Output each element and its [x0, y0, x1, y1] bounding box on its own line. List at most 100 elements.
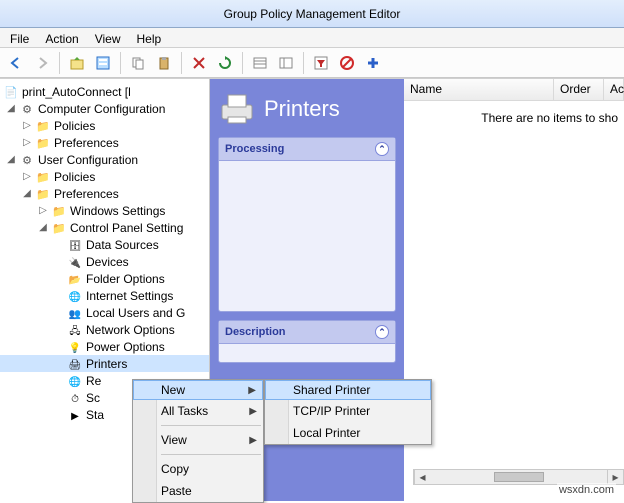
add-icon[interactable] — [361, 51, 385, 75]
expand-icon[interactable]: ▷ — [19, 171, 35, 182]
stop-icon[interactable] — [335, 51, 359, 75]
tree-comp-policies[interactable]: Policies — [51, 119, 95, 133]
detail-header: Printers — [218, 87, 396, 129]
ctx-paste[interactable]: Paste — [133, 480, 263, 502]
menu-file[interactable]: File — [8, 30, 31, 47]
folder-icon — [51, 203, 67, 219]
folder-icon — [35, 169, 51, 185]
ctx-copy[interactable]: Copy — [133, 458, 263, 480]
toolbar-divider — [303, 52, 304, 74]
ctx-tcpip-printer[interactable]: TCP/IP Printer — [265, 400, 431, 422]
toolbar-divider — [120, 52, 121, 74]
expand-icon[interactable]: ▷ — [19, 137, 35, 148]
back-icon[interactable] — [4, 51, 28, 75]
computer-icon — [19, 101, 35, 117]
submenu-arrow-icon: ▶ — [249, 435, 257, 446]
collapse-icon[interactable]: ◢ — [19, 188, 35, 199]
description-label: Description — [225, 326, 286, 338]
scroll-right-icon[interactable]: ▸ — [607, 470, 623, 484]
tree-data-sources[interactable]: Data Sources — [83, 238, 159, 252]
toolbar-divider — [59, 52, 60, 74]
regional-icon — [67, 373, 83, 389]
submenu-arrow-icon: ▶ — [248, 385, 256, 396]
toolbar — [0, 48, 624, 78]
menu-separator — [161, 425, 261, 426]
tree-start-menu[interactable]: Sta — [83, 408, 104, 422]
tree-network[interactable]: Network Options — [83, 323, 175, 337]
menu-help[interactable]: Help — [135, 30, 164, 47]
folder-options-icon — [67, 271, 83, 287]
refresh-icon[interactable] — [213, 51, 237, 75]
menu-view[interactable]: View — [93, 30, 123, 47]
expand-icon[interactable]: ▷ — [19, 120, 35, 131]
menu-action[interactable]: Action — [43, 30, 80, 47]
processing-panel: Processing⌃ — [218, 137, 396, 312]
collapse-icon[interactable]: ◢ — [3, 154, 19, 165]
printer-large-icon — [218, 91, 256, 127]
col-order[interactable]: Order — [554, 79, 604, 100]
scroll-thumb[interactable] — [494, 472, 544, 482]
folder-icon — [35, 186, 51, 202]
details-icon[interactable] — [274, 51, 298, 75]
tree-cp-settings[interactable]: Control Panel Setting — [67, 221, 183, 235]
tree-power[interactable]: Power Options — [83, 340, 165, 354]
submenu-arrow-icon: ▶ — [249, 406, 257, 417]
tree-scheduled[interactable]: Sc — [83, 391, 100, 405]
collapse-icon[interactable]: ⌃ — [375, 325, 389, 339]
menu-separator — [161, 454, 261, 455]
tree-root[interactable]: print_AutoConnect [l — [19, 85, 131, 99]
collapse-icon[interactable]: ◢ — [35, 222, 51, 233]
ctx-all-tasks[interactable]: All Tasks▶ — [133, 400, 263, 422]
datasource-icon — [67, 237, 83, 253]
tree-user-policies[interactable]: Policies — [51, 170, 95, 184]
startmenu-icon — [67, 407, 83, 423]
tree-internet[interactable]: Internet Settings — [83, 289, 173, 303]
devices-icon — [67, 254, 83, 270]
list-icon[interactable] — [248, 51, 272, 75]
tree-user-prefs[interactable]: Preferences — [51, 187, 119, 201]
collapse-icon[interactable]: ⌃ — [375, 142, 389, 156]
tree-win-settings[interactable]: Windows Settings — [67, 204, 165, 218]
collapse-icon[interactable]: ◢ — [3, 103, 19, 114]
ctx-view[interactable]: View▶ — [133, 429, 263, 451]
scroll-left-icon[interactable]: ◂ — [414, 470, 430, 484]
forward-icon — [30, 51, 54, 75]
watermark: wsxdn.com — [557, 483, 616, 497]
tree-printers[interactable]: Printers — [83, 357, 127, 371]
gpo-icon — [3, 84, 19, 100]
scheduled-icon — [67, 390, 83, 406]
context-menu: New▶ All Tasks▶ View▶ Copy Paste — [132, 379, 264, 503]
col-name[interactable]: Name — [404, 79, 554, 100]
description-panel: Description ⌃ — [218, 320, 396, 363]
ctx-new[interactable]: New▶ — [133, 380, 263, 400]
tree-devices[interactable]: Devices — [83, 255, 129, 269]
ctx-shared-printer[interactable]: Shared Printer — [265, 380, 431, 400]
column-headers: Name Order Ac — [404, 79, 624, 101]
ctx-local-printer[interactable]: Local Printer — [265, 422, 431, 444]
context-submenu-new: Shared Printer TCP/IP Printer Local Prin… — [264, 379, 432, 445]
folder-icon — [51, 220, 67, 236]
col-action[interactable]: Ac — [604, 79, 624, 100]
users-icon — [67, 305, 83, 321]
delete-icon[interactable] — [187, 51, 211, 75]
folder-icon — [35, 118, 51, 134]
tree-comp-prefs[interactable]: Preferences — [51, 136, 119, 150]
detail-title: Printers — [264, 96, 340, 122]
window-title: Group Policy Management Editor — [0, 0, 624, 28]
tree-comp-cfg[interactable]: Computer Configuration — [35, 102, 165, 116]
tree-local-users[interactable]: Local Users and G — [83, 306, 185, 320]
paste-icon[interactable] — [152, 51, 176, 75]
properties-icon[interactable] — [91, 51, 115, 75]
list-pane: Name Order Ac There are no items to sho — [404, 79, 624, 501]
menubar: File Action View Help — [0, 28, 624, 48]
toolbar-divider — [181, 52, 182, 74]
internet-icon — [67, 288, 83, 304]
user-icon — [19, 152, 35, 168]
copy-icon[interactable] — [126, 51, 150, 75]
tree-regional[interactable]: Re — [83, 374, 101, 388]
expand-icon[interactable]: ▷ — [35, 205, 51, 216]
tree-user-cfg[interactable]: User Configuration — [35, 153, 138, 167]
tree-folder-options[interactable]: Folder Options — [83, 272, 165, 286]
filter-icon[interactable] — [309, 51, 333, 75]
up-icon[interactable] — [65, 51, 89, 75]
